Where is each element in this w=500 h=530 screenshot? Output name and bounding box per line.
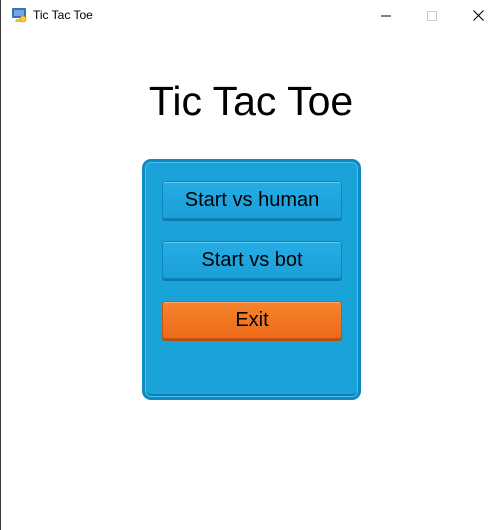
start-vs-human-button[interactable]: Start vs human <box>162 181 342 219</box>
title-bar[interactable]: Tic Tac Toe <box>2 0 500 31</box>
minimize-button[interactable] <box>363 0 409 31</box>
start-vs-bot-button[interactable]: Start vs bot <box>162 241 342 279</box>
close-button[interactable] <box>455 0 500 31</box>
page-title: Tic Tac Toe <box>148 78 354 124</box>
minimize-icon <box>381 15 391 16</box>
exit-button[interactable]: Exit <box>162 301 342 339</box>
close-icon <box>472 10 484 21</box>
start-vs-bot-label: Start vs bot <box>201 248 303 271</box>
start-vs-human-label: Start vs human <box>184 188 320 211</box>
exit-label: Exit <box>235 308 269 331</box>
app-window: Tic Tac Toe Tic Tac Toe Start vs human S… <box>0 0 500 530</box>
maximize-icon <box>427 10 437 21</box>
app-icon <box>11 7 27 23</box>
window-title: Tic Tac Toe <box>33 8 93 22</box>
maximize-button[interactable] <box>409 0 455 31</box>
